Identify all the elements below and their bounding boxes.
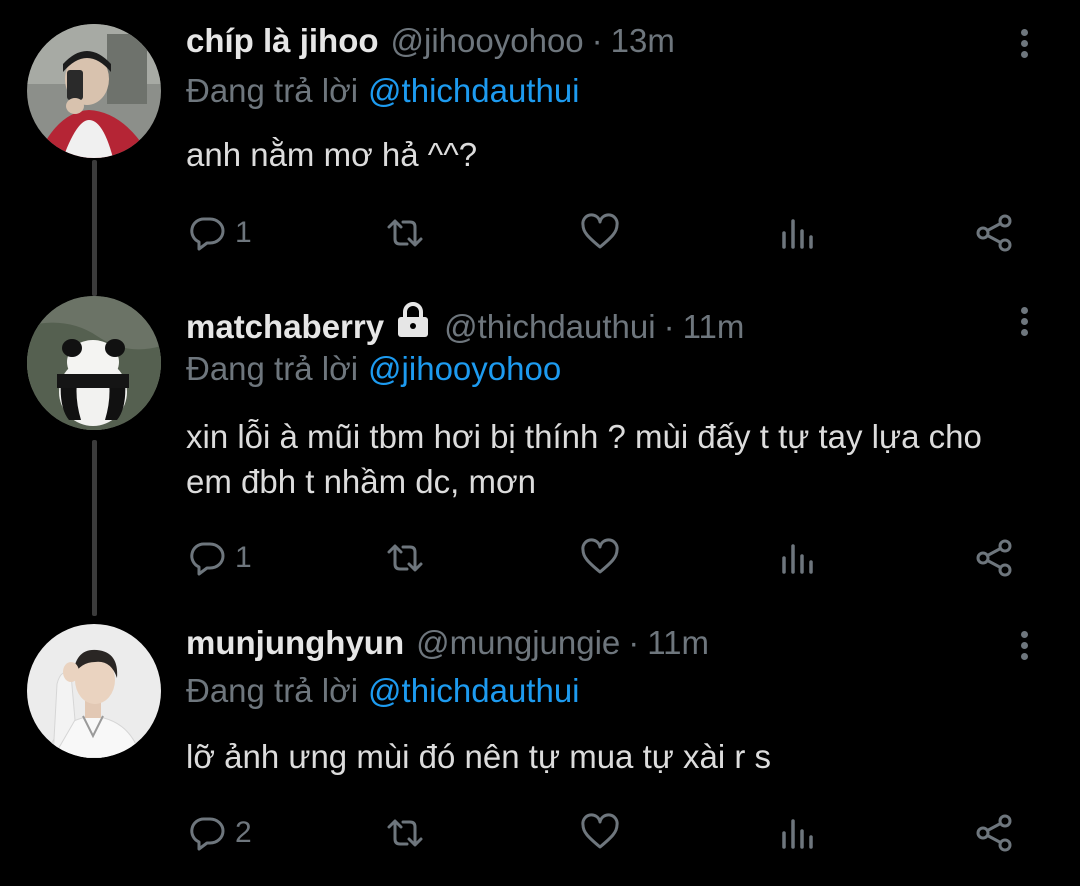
analytics-icon: [782, 219, 813, 249]
separator: ·: [591, 22, 603, 59]
username[interactable]: @jihooyohoo: [391, 22, 584, 60]
tweet-header: matchaberry @thichdauthui · 11m: [186, 302, 744, 346]
avatar[interactable]: [27, 24, 161, 158]
display-name[interactable]: chíp là jihoo: [186, 22, 379, 60]
reply-count: 1: [235, 216, 252, 249]
avatar-image: [27, 624, 161, 758]
analytics-button[interactable]: [778, 533, 818, 583]
more-options-icon[interactable]: [1014, 628, 1034, 668]
display-name[interactable]: munjunghyun: [186, 624, 404, 662]
replying-to: Đang trả lời @thichdauthui: [186, 672, 580, 710]
avatar[interactable]: [27, 296, 161, 430]
tweet-header: chíp là jihoo @jihooyohoo · 13m: [186, 22, 675, 66]
reply-count: 1: [235, 541, 252, 574]
replying-mention-link[interactable]: @thichdauthui: [368, 672, 579, 709]
replying-to: Đang trả lời @thichdauthui: [186, 72, 580, 110]
replying-to: Đang trả lời @jihooyohoo: [186, 350, 561, 388]
tweet-header: munjunghyun @mungjungie · 11m: [186, 624, 709, 668]
replying-mention-link[interactable]: @jihooyohoo: [368, 350, 561, 387]
analytics-button[interactable]: [778, 208, 818, 258]
retweet-button[interactable]: [385, 533, 425, 583]
reply-button[interactable]: 1: [187, 208, 252, 258]
tweet[interactable]: matchaberry @thichdauthui · 11m Đang trả…: [0, 290, 1080, 610]
tweet-text: lỡ ảnh ưng mùi đó nên tự mua tự xài r s: [186, 738, 772, 775]
separator: ·: [628, 624, 640, 661]
like-icon: [581, 813, 619, 849]
tweet-actions: 1: [0, 533, 1080, 583]
tweet[interactable]: chíp là jihoo @jihooyohoo · 13m Đang trả…: [0, 0, 1080, 290]
tweet-text: anh nằm mơ hả ^^?: [186, 136, 478, 173]
replying-label: Đang trả lời: [186, 72, 359, 109]
timestamp[interactable]: 11m: [683, 308, 745, 346]
avatar[interactable]: [27, 624, 161, 758]
like-button[interactable]: [580, 808, 620, 858]
more-options-icon[interactable]: [1014, 304, 1034, 344]
more-options-icon[interactable]: [1014, 26, 1034, 66]
retweet-icon: [387, 819, 423, 847]
reply-button[interactable]: 2: [187, 808, 252, 858]
reply-icon: [190, 542, 225, 576]
retweet-icon: [387, 544, 423, 572]
retweet-button[interactable]: [385, 208, 425, 258]
share-button[interactable]: [974, 208, 1014, 258]
like-icon: [581, 213, 619, 249]
reply-count: 2: [235, 816, 252, 849]
replying-label: Đang trả lời: [186, 672, 359, 709]
like-button[interactable]: [580, 208, 620, 258]
username[interactable]: @thichdauthui: [444, 308, 655, 346]
display-name[interactable]: matchaberry: [186, 308, 384, 346]
share-icon: [976, 539, 1012, 577]
share-button[interactable]: [974, 808, 1014, 858]
like-icon: [581, 538, 619, 574]
analytics-icon: [782, 819, 813, 849]
avatar-image: [27, 24, 161, 158]
replying-label: Đang trả lời: [186, 350, 359, 387]
analytics-button[interactable]: [778, 808, 818, 858]
share-icon: [976, 814, 1012, 852]
separator: ·: [663, 308, 675, 345]
reply-button[interactable]: 1: [187, 533, 252, 583]
avatar-image: [27, 296, 161, 430]
timestamp[interactable]: 11m: [647, 624, 709, 662]
analytics-icon: [782, 544, 813, 574]
tweet-actions: 2: [0, 808, 1080, 858]
share-button[interactable]: [974, 533, 1014, 583]
username[interactable]: @mungjungie: [416, 624, 620, 662]
replying-mention-link[interactable]: @thichdauthui: [368, 72, 579, 109]
retweet-button[interactable]: [385, 808, 425, 858]
tweet[interactable]: munjunghyun @mungjungie · 11m Đang trả l…: [0, 610, 1080, 886]
share-icon: [976, 214, 1012, 252]
retweet-icon: [387, 219, 423, 247]
like-button[interactable]: [580, 533, 620, 583]
reply-icon: [190, 817, 225, 851]
lock-icon: [398, 302, 429, 337]
reply-icon: [190, 217, 225, 251]
tweet-actions: 1: [0, 208, 1080, 258]
timestamp[interactable]: 13m: [611, 22, 675, 60]
tweet-text: xin lỗi à mũi tbm hơi bị thính ? mùi đấy…: [186, 418, 982, 500]
